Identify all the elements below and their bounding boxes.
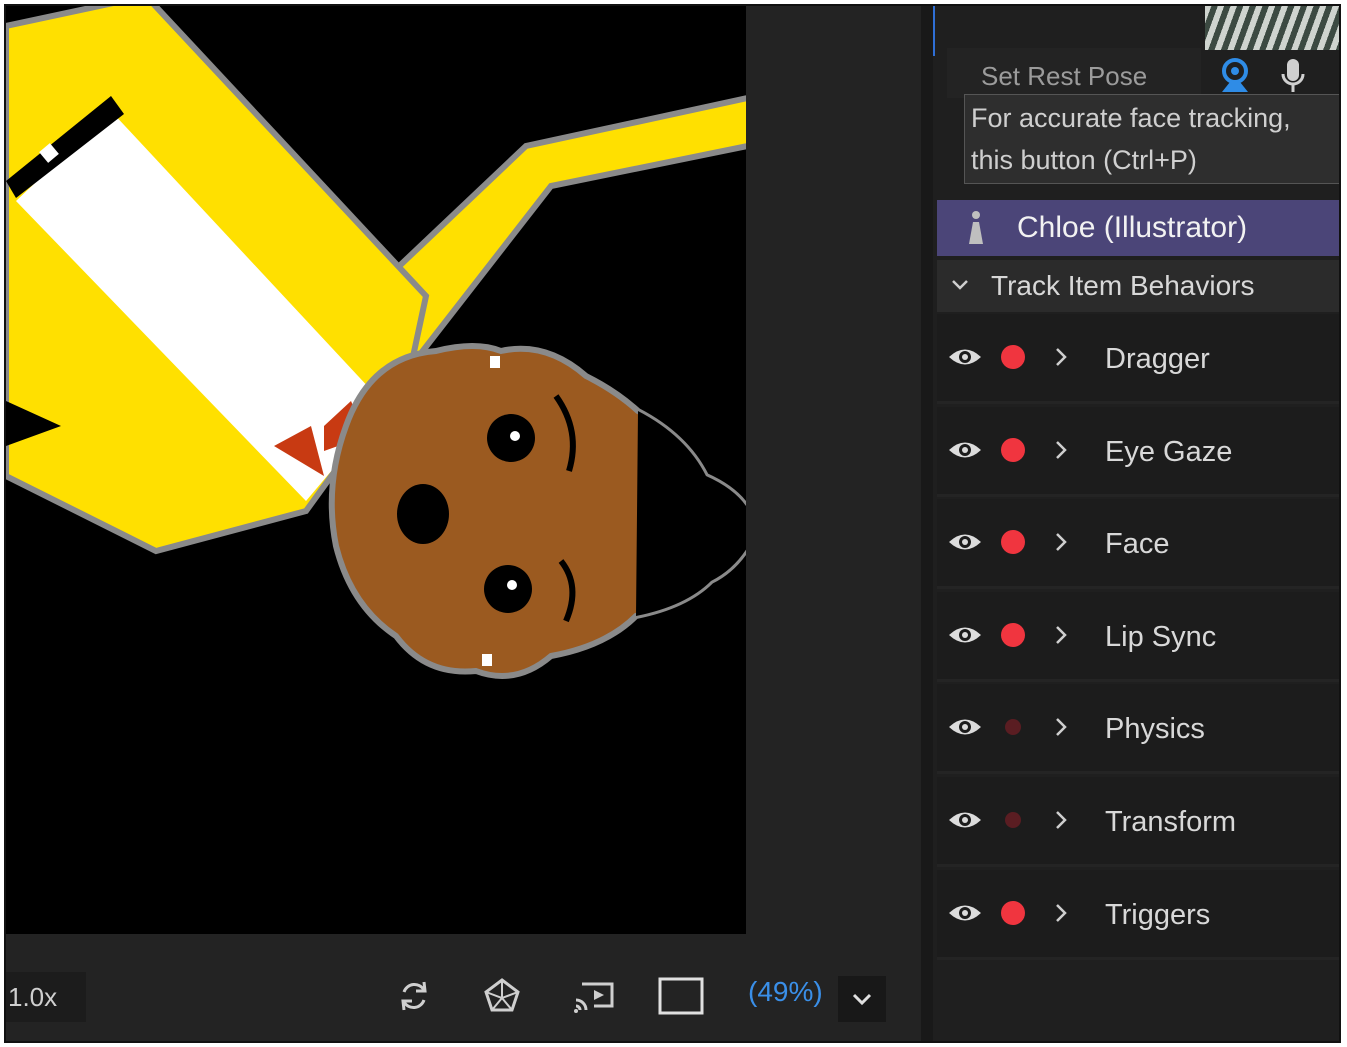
behavior-name: Transform bbox=[1105, 806, 1237, 838]
puppet-icon bbox=[969, 211, 983, 244]
chevron-right-icon[interactable] bbox=[1053, 344, 1069, 370]
scene-toolbar: 1.0x (49%) bbox=[6, 938, 921, 1041]
puppet-name: Chloe (Illustrator) bbox=[1017, 211, 1248, 244]
behavior-row[interactable]: Face bbox=[937, 499, 1339, 590]
record-arm-icon[interactable] bbox=[1001, 900, 1025, 925]
behavior-row[interactable]: Lip Sync bbox=[937, 591, 1339, 682]
set-rest-pose-button[interactable]: Set Rest Pose bbox=[947, 48, 1201, 98]
properties-panel: Set Rest Pose For accurate face tracking… bbox=[933, 6, 1339, 1041]
behavior-name: Dragger bbox=[1105, 343, 1210, 375]
visibility-eye-icon[interactable] bbox=[947, 529, 983, 555]
frame-icon[interactable] bbox=[656, 974, 706, 1018]
set-rest-pose-tooltip: For accurate face tracking, this button … bbox=[964, 94, 1339, 184]
behavior-row[interactable]: Transform bbox=[937, 777, 1339, 867]
puppet-selection-row[interactable]: Chloe (Illustrator) bbox=[937, 200, 1339, 256]
record-arm-icon[interactable] bbox=[1005, 812, 1021, 828]
record-arm-icon[interactable] bbox=[1001, 437, 1025, 462]
visibility-eye-icon[interactable] bbox=[947, 437, 983, 463]
chevron-right-icon[interactable] bbox=[1053, 622, 1069, 648]
focus-indicator bbox=[933, 6, 935, 56]
chevron-right-icon[interactable] bbox=[1053, 437, 1069, 463]
chevron-down-icon[interactable] bbox=[947, 272, 973, 298]
zoom-dropdown-button[interactable] bbox=[838, 976, 886, 1022]
behavior-name: Face bbox=[1105, 528, 1170, 561]
3d-cube-icon[interactable] bbox=[480, 974, 524, 1018]
cast-preview-icon[interactable] bbox=[572, 974, 616, 1018]
visibility-eye-icon[interactable] bbox=[947, 807, 983, 833]
record-arm-icon[interactable] bbox=[1001, 622, 1025, 647]
camera-preview-thumbnail bbox=[1205, 6, 1339, 50]
puppet-chloe-rotated[interactable] bbox=[6, 6, 746, 934]
webcam-icon[interactable] bbox=[1215, 54, 1255, 98]
tooltip-line-2: this button (Ctrl+P) bbox=[971, 145, 1197, 175]
behavior-name: Triggers bbox=[1105, 898, 1211, 931]
zoom-level[interactable]: (49%) bbox=[748, 976, 823, 1008]
chevron-right-icon[interactable] bbox=[1053, 714, 1069, 740]
tooltip-line-1: For accurate face tracking, bbox=[971, 103, 1291, 133]
chevron-right-icon[interactable] bbox=[1053, 529, 1069, 555]
scene-panel: 1.0x (49%) bbox=[6, 6, 921, 1041]
microphone-icon[interactable] bbox=[1273, 54, 1313, 98]
refresh-icon[interactable] bbox=[392, 974, 436, 1018]
panel-divider[interactable] bbox=[921, 6, 933, 1041]
visibility-eye-icon[interactable] bbox=[947, 900, 983, 926]
playback-speed[interactable]: 1.0x bbox=[6, 972, 86, 1022]
chevron-right-icon[interactable] bbox=[1053, 807, 1069, 833]
scene-canvas[interactable] bbox=[6, 6, 746, 934]
camera-mic-header: Set Rest Pose bbox=[933, 6, 1339, 98]
chevron-right-icon[interactable] bbox=[1053, 900, 1069, 926]
visibility-eye-icon[interactable] bbox=[947, 714, 983, 740]
chevron-down-icon bbox=[852, 993, 872, 1006]
track-item-behaviors-header[interactable]: Track Item Behaviors bbox=[937, 260, 1339, 312]
visibility-eye-icon[interactable] bbox=[947, 344, 983, 370]
section-title: Track Item Behaviors bbox=[991, 270, 1255, 301]
visibility-eye-icon[interactable] bbox=[947, 622, 983, 648]
behavior-row[interactable]: Triggers bbox=[937, 869, 1339, 960]
behavior-row[interactable]: Eye Gaze bbox=[937, 406, 1339, 497]
behavior-name: Eye Gaze bbox=[1105, 435, 1233, 468]
record-arm-icon[interactable] bbox=[1001, 530, 1025, 555]
behavior-name: Lip Sync bbox=[1105, 620, 1217, 653]
record-arm-icon[interactable] bbox=[1001, 345, 1025, 369]
app-window: 1.0x (49%) Set Rest Pose For accurate fa… bbox=[4, 4, 1341, 1043]
record-arm-icon[interactable] bbox=[1005, 719, 1021, 736]
behavior-name: Physics bbox=[1105, 713, 1205, 746]
behavior-row[interactable]: Physics bbox=[937, 684, 1339, 775]
behavior-row[interactable]: Dragger bbox=[937, 314, 1339, 404]
